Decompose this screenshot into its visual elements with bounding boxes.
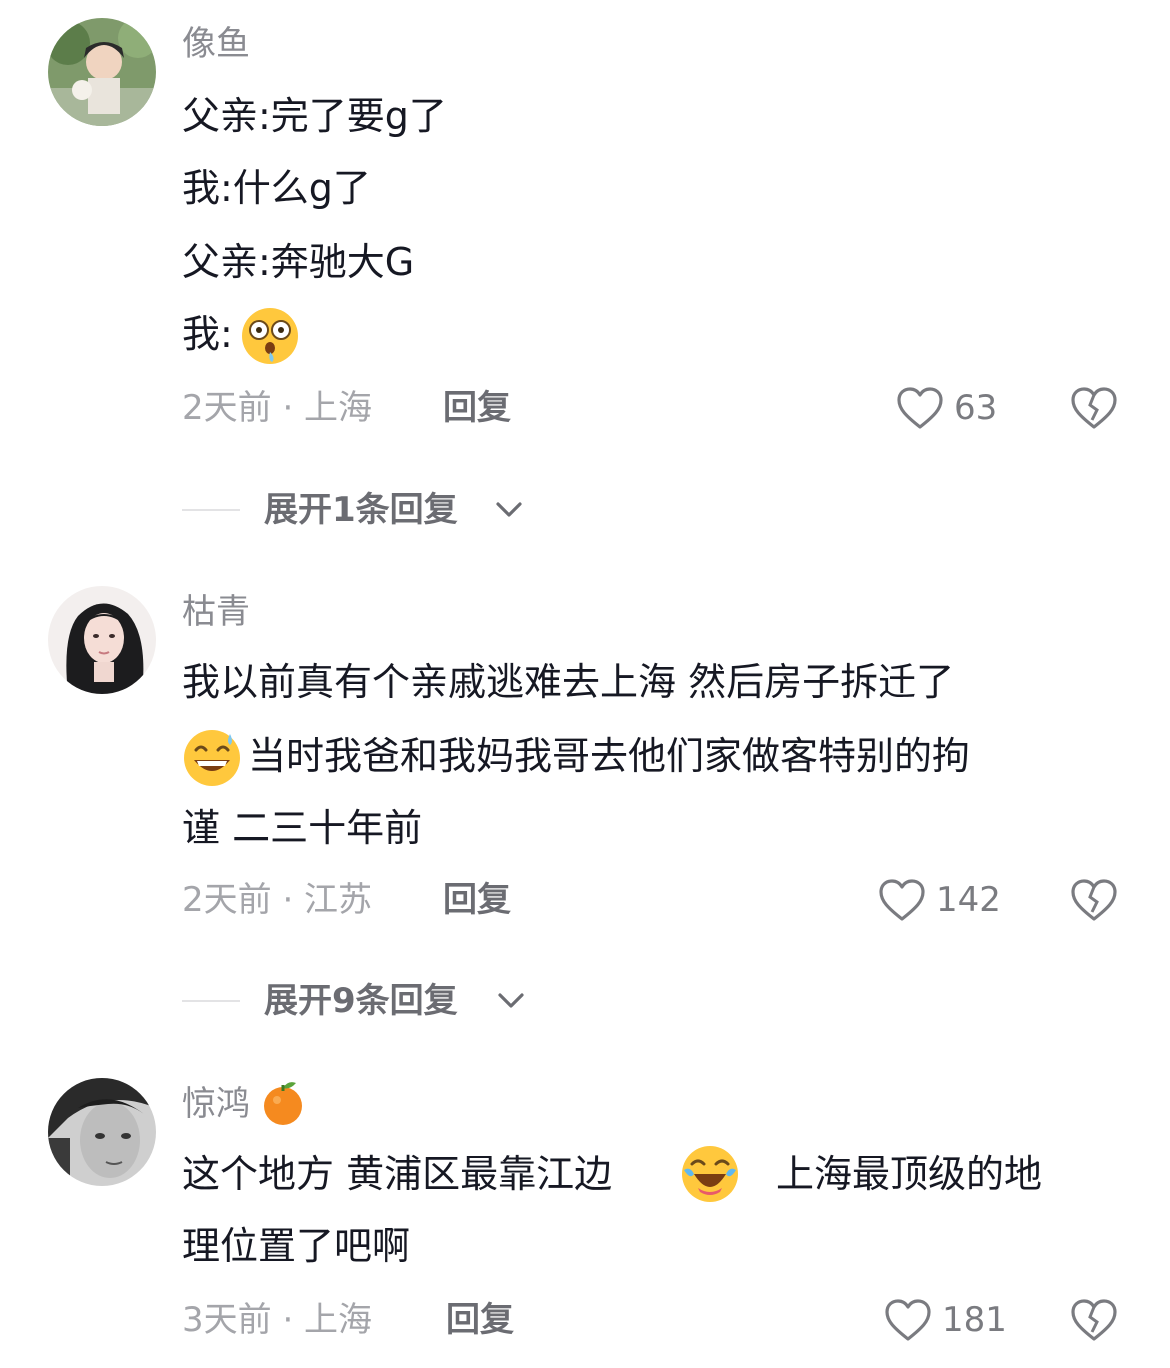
chevron-down-icon[interactable] [494, 498, 524, 526]
comment-meta: 2天前 · 江苏 [182, 880, 373, 920]
comment-line: 谨 二三十年前 [182, 806, 423, 850]
comment-line: 父亲:完了要g了 [182, 94, 447, 138]
reply-button[interactable]: 回复 [443, 878, 511, 922]
username[interactable]: 枯青 [182, 590, 250, 634]
avatar[interactable] [48, 1078, 156, 1186]
comment-line: 我以前真有个亲戚逃难去上海 然后房子拆迁了 [182, 660, 955, 704]
divider [182, 1000, 240, 1002]
chevron-down-icon[interactable] [496, 989, 526, 1017]
like-count: 181 [942, 1300, 1007, 1340]
broken-heart-icon[interactable] [1070, 386, 1118, 434]
avatar[interactable] [48, 586, 156, 694]
comment-line: 我: [182, 312, 233, 356]
avatar[interactable] [48, 18, 156, 126]
divider [182, 509, 240, 511]
expand-replies-button[interactable]: 展开9条回复 [264, 979, 458, 1023]
username[interactable]: 惊鸿 [182, 1082, 250, 1126]
heart-outline-icon[interactable] [884, 1298, 932, 1346]
grinning-sweat-emoji [182, 728, 242, 792]
broken-heart-icon[interactable] [1070, 1298, 1118, 1346]
reply-button[interactable]: 回复 [446, 1298, 514, 1342]
expand-replies-button[interactable]: 展开1条回复 [264, 488, 458, 532]
heart-outline-icon[interactable] [896, 386, 944, 434]
broken-heart-icon[interactable] [1070, 878, 1118, 926]
comment-line: 这个地方 黄浦区最靠江边 [182, 1152, 613, 1196]
comment-line: 当时我爸和我妈我哥去他们家做客特别的拘 [248, 734, 971, 778]
heart-outline-icon[interactable] [878, 878, 926, 926]
like-count: 142 [936, 880, 1001, 920]
reply-button[interactable]: 回复 [443, 386, 511, 430]
comment-meta: 3天前 · 上海 [182, 1300, 373, 1340]
rolling-laughing-emoji [680, 1144, 740, 1208]
tangerine-emoji [262, 1080, 304, 1130]
comment-line: 我:什么g了 [182, 166, 371, 210]
comment-line: 父亲:奔驰大G [182, 240, 415, 284]
comment-line: 理位置了吧啊 [182, 1224, 411, 1268]
username[interactable]: 像鱼 [182, 22, 250, 66]
comment-line: 上海最顶级的地 [776, 1152, 1043, 1196]
like-count: 63 [954, 388, 998, 428]
comment-meta: 2天前 · 上海 [182, 388, 373, 428]
astonished-drooling-emoji [240, 306, 300, 370]
